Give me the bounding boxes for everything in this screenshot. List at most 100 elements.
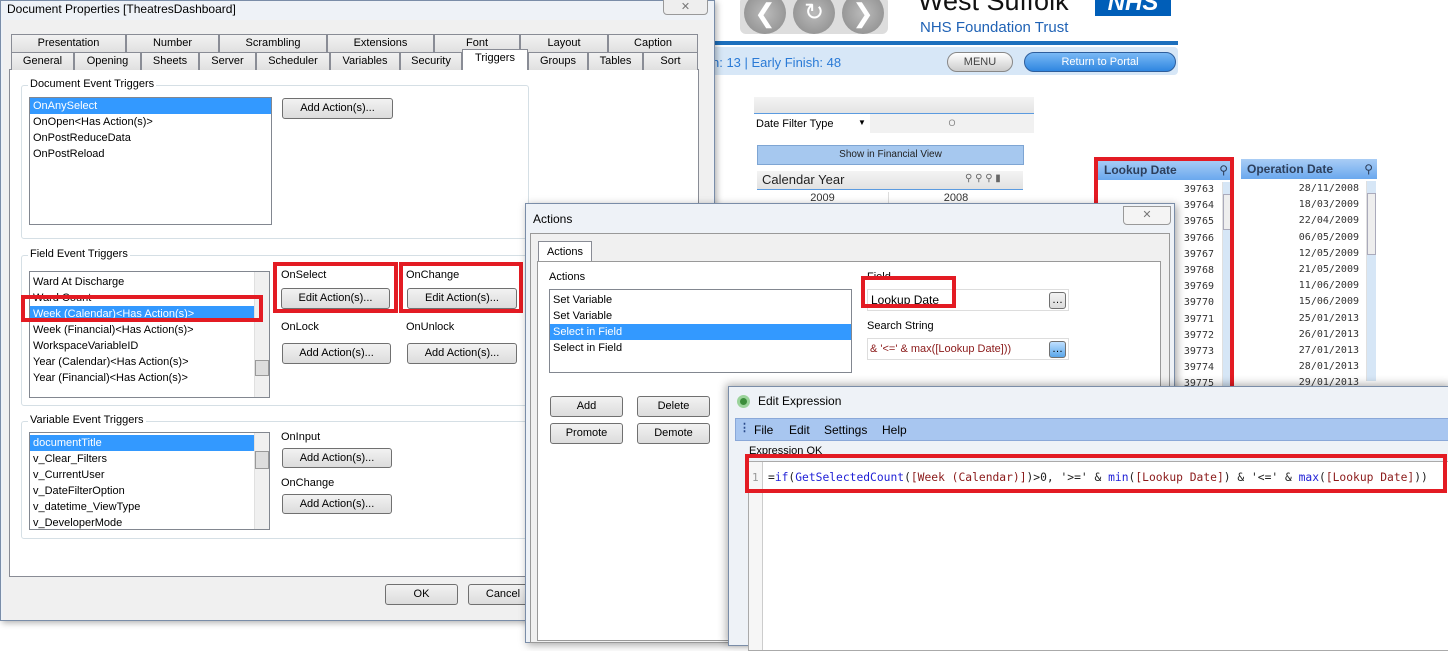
expression-status: Expression OK — [749, 445, 823, 457]
tab-sheets[interactable]: Sheets — [141, 52, 199, 70]
tab-extensions[interactable]: Extensions — [327, 34, 434, 52]
show-financial-view-button[interactable]: Show in Financial View — [757, 145, 1024, 165]
operation-date-listbox[interactable]: 28/11/2008 18/03/2009 22/04/2009 06/05/2009… — [1241, 180, 1365, 392]
return-to-portal-button[interactable]: Return to Portal — [1024, 52, 1176, 72]
variable-onchange-add-action-button[interactable]: Add Action(s)... — [282, 494, 392, 514]
operation-date-value[interactable]: 28/11/2008 — [1241, 181, 1365, 197]
onselect-edit-action-button[interactable]: Edit Action(s)... — [281, 288, 390, 309]
demote-button[interactable]: Demote — [637, 423, 710, 444]
operation-date-value[interactable]: 21/05/2009 — [1241, 262, 1365, 278]
code-token: min — [1108, 471, 1129, 484]
tab-triggers[interactable]: Triggers — [462, 49, 528, 70]
action-list-item[interactable]: Set Variable — [550, 292, 851, 308]
menu-settings[interactable]: Settings — [824, 423, 867, 437]
field-list-item[interactable]: WorkspaceVariableID — [30, 338, 269, 354]
tab-number[interactable]: Number — [126, 34, 219, 52]
field-list-item[interactable]: Week (Calendar)<Has Action(s)> — [30, 306, 269, 322]
field-list-item[interactable]: Ward At Discharge — [30, 274, 269, 290]
trigger-list-item[interactable]: OnPostReduceData — [30, 130, 271, 146]
menu-edit[interactable]: Edit — [789, 423, 810, 437]
operation-date-value[interactable]: 06/05/2009 — [1241, 230, 1365, 246]
menu-file[interactable]: File — [754, 423, 773, 437]
tab-groups[interactable]: Groups — [528, 52, 588, 70]
actions-dialog-title: Actions — [533, 212, 573, 226]
action-list-item[interactable]: Set Variable — [550, 308, 851, 324]
close-button[interactable]: ✕ — [1123, 206, 1171, 225]
operation-date-value[interactable]: 15/06/2009 — [1241, 294, 1365, 310]
search-icon[interactable]: ⚲ — [1364, 159, 1373, 179]
onchange-edit-action-button[interactable]: Edit Action(s)... — [407, 288, 517, 309]
tab-server[interactable]: Server — [199, 52, 256, 70]
search-string-expression-button[interactable]: … — [1049, 341, 1066, 358]
onlock-add-action-button[interactable]: Add Action(s)... — [282, 343, 391, 364]
variable-list-scrollbar[interactable] — [254, 433, 269, 529]
operation-date-scrollbar[interactable] — [1366, 181, 1376, 381]
oninput-add-action-button[interactable]: Add Action(s)... — [282, 448, 392, 468]
promote-button[interactable]: Promote — [550, 423, 623, 444]
tab-tables[interactable]: Tables — [588, 52, 643, 70]
tab-variables[interactable]: Variables — [330, 52, 400, 70]
menu-button[interactable]: MENU — [947, 52, 1013, 72]
tab-scheduler[interactable]: Scheduler — [256, 52, 330, 70]
operation-date-value[interactable]: 22/04/2009 — [1241, 213, 1365, 229]
tab-actions[interactable]: Actions — [538, 241, 592, 262]
tab-scrambling[interactable]: Scrambling — [219, 34, 327, 52]
variable-list-item[interactable]: v_datetime_ViewType — [30, 499, 269, 515]
search-string-input[interactable]: & '<=' & max([Lookup Date])) — [867, 338, 1069, 360]
trigger-list-item[interactable]: OnAnySelect — [30, 98, 271, 114]
action-list-item[interactable]: Select in Field — [550, 340, 851, 356]
date-filter-value[interactable]: O — [870, 114, 1034, 133]
operation-date-value[interactable]: 11/06/2009 — [1241, 278, 1365, 294]
operation-date-value[interactable]: 25/01/2013 — [1241, 311, 1365, 327]
trigger-list-item[interactable]: OnPostReload — [30, 146, 271, 162]
operation-date-value[interactable]: 12/05/2009 — [1241, 246, 1365, 262]
tab-presentation[interactable]: Presentation — [11, 34, 126, 52]
document-event-list[interactable]: OnAnySelect OnOpen<Has Action(s)> OnPostRe… — [29, 97, 272, 225]
operation-date-value[interactable]: 28/01/2013 — [1241, 359, 1365, 375]
operation-date-value[interactable]: 27/01/2013 — [1241, 343, 1365, 359]
variable-list-item[interactable]: v_DeveloperMode — [30, 515, 269, 529]
variable-event-list[interactable]: documentTitle v_Clear_Filters v_CurrentUse… — [29, 432, 270, 530]
field-list-scrollbar[interactable] — [254, 272, 269, 397]
close-button[interactable]: ✕ — [663, 0, 708, 15]
field-list-item[interactable]: Year (Calendar)<Has Action(s)> — [30, 354, 269, 370]
field-label: Field — [867, 271, 891, 283]
expression-code[interactable]: =if(GetSelectedCount([Week (Calendar)])>… — [768, 471, 1428, 484]
tab-caption[interactable]: Caption — [608, 34, 698, 52]
actions-list[interactable]: Set Variable Set Variable Select in Field S… — [549, 289, 852, 373]
variable-list-item[interactable]: v_CurrentUser — [30, 467, 269, 483]
lookup-date-value[interactable]: 39763 — [1098, 182, 1220, 198]
tab-opening[interactable]: Opening — [74, 52, 141, 70]
group-label: Field Event Triggers — [28, 248, 130, 260]
menu-help[interactable]: Help — [882, 423, 907, 437]
trigger-list-item[interactable]: OnOpen<Has Action(s)> — [30, 114, 271, 130]
dropdown-arrow-icon[interactable]: ▼ — [858, 118, 866, 127]
onunlock-add-action-button[interactable]: Add Action(s)... — [407, 343, 517, 364]
code-token: = — [768, 471, 775, 484]
calendar-year-icons[interactable]: ⚲ ⚲ ⚲ ▮ — [965, 173, 1001, 184]
variable-list-item[interactable]: documentTitle — [30, 435, 269, 451]
code-token: [Lookup Date] — [1325, 471, 1415, 484]
field-browse-button[interactable]: … — [1049, 292, 1066, 309]
field-event-list[interactable]: Ward At Discharge Ward Count Week (Calenda… — [29, 271, 270, 398]
variable-list-item[interactable]: v_DateFilterOption — [30, 483, 269, 499]
operation-date-value[interactable]: 26/01/2013 — [1241, 327, 1365, 343]
tab-sort[interactable]: Sort — [643, 52, 698, 70]
ok-button[interactable]: OK — [385, 584, 458, 605]
lookup-date-scrollbar[interactable] — [1222, 182, 1231, 392]
expression-editor[interactable]: 1 =if(GetSelectedCount([Week (Calendar)]… — [748, 461, 1448, 651]
tab-layout[interactable]: Layout — [520, 34, 608, 52]
search-icon[interactable]: ⚲ — [1219, 160, 1228, 180]
field-input[interactable]: Lookup Date — [867, 289, 1069, 311]
field-list-item[interactable]: Ward Count — [30, 290, 269, 306]
add-button[interactable]: Add — [550, 396, 623, 417]
delete-button[interactable]: Delete — [637, 396, 710, 417]
field-list-item[interactable]: Week (Financial)<Has Action(s)> — [30, 322, 269, 338]
field-list-item[interactable]: Year (Financial)<Has Action(s)> — [30, 370, 269, 386]
document-add-action-button[interactable]: Add Action(s)... — [282, 98, 393, 119]
tab-general[interactable]: General — [11, 52, 74, 70]
tab-security[interactable]: Security — [400, 52, 462, 70]
operation-date-value[interactable]: 18/03/2009 — [1241, 197, 1365, 213]
variable-list-item[interactable]: v_Clear_Filters — [30, 451, 269, 467]
action-list-item[interactable]: Select in Field — [550, 324, 851, 340]
